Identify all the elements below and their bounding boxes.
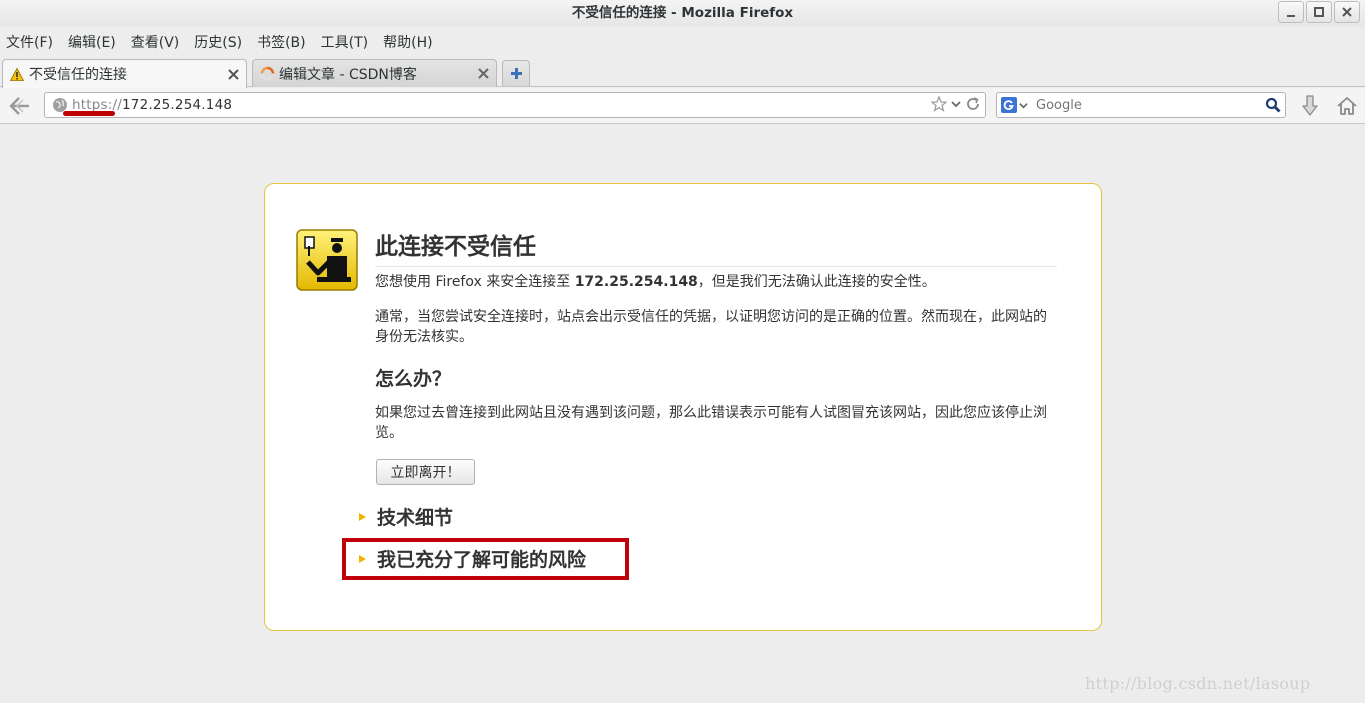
search-engine-selector[interactable]	[1001, 97, 1028, 113]
error-title: 此连接不受信任	[375, 227, 1057, 267]
search-bar[interactable]	[996, 92, 1286, 118]
tab-untrusted-connection[interactable]: 不受信任的连接	[2, 59, 247, 88]
expand-triangle-icon	[359, 512, 366, 521]
url-host: 172.25.254.148	[122, 97, 233, 113]
window-title: 不受信任的连接 - Mozilla Firefox	[571, 5, 794, 21]
menu-bar: 文件(F) 编辑(E) 查看(V) 历史(S) 书签(B) 工具(T) 帮助(H…	[0, 29, 448, 55]
tab-label: 不受信任的连接	[29, 67, 127, 83]
tab-strip: 不受信任的连接 编辑文章 - CSDN博客	[0, 57, 1365, 88]
technical-details-expander[interactable]: 技术细节	[359, 503, 453, 530]
google-icon	[1001, 97, 1017, 113]
minimize-button[interactable]	[1278, 1, 1304, 23]
download-arrow-icon	[1302, 95, 1318, 116]
menu-help[interactable]: 帮助(H)	[383, 32, 432, 52]
intro-host: 172.25.254.148	[574, 274, 698, 290]
close-tab-icon[interactable]	[476, 67, 490, 81]
intro-text-end: ，但是我们无法确认此连接的安全性。	[697, 274, 936, 290]
url-scheme-highlight	[63, 111, 115, 116]
search-input[interactable]	[1036, 97, 1261, 113]
chevron-down-icon	[1019, 102, 1028, 108]
bookmark-star-icon[interactable]	[931, 96, 947, 112]
home-button[interactable]	[1334, 93, 1360, 119]
tab-label: 编辑文章 - CSDN博客	[279, 66, 417, 83]
back-arrow-icon	[9, 97, 29, 115]
watermark: http://blog.csdn.net/lasoup	[1085, 674, 1311, 693]
intro-text-start: 您想使用 Firefox 来安全连接至	[375, 274, 575, 290]
what-to-do-heading: 怎么办？	[375, 368, 452, 390]
technical-details-label: 技术细节	[377, 507, 454, 529]
navigation-toolbar: https://172.25.254.148	[0, 88, 1365, 124]
back-button[interactable]	[6, 93, 34, 119]
close-window-button[interactable]	[1334, 1, 1360, 23]
new-tab-button[interactable]	[502, 60, 530, 86]
home-icon	[1337, 97, 1357, 115]
search-icon	[1265, 97, 1281, 113]
intro-text: 您想使用 Firefox 来安全连接至 172.25.254.148，但是我们无…	[375, 272, 1055, 292]
maximize-button[interactable]	[1306, 1, 1332, 23]
minimize-icon	[1287, 15, 1295, 17]
warning-icon	[9, 66, 25, 82]
risk-highlight-box	[342, 538, 629, 580]
maximize-icon	[1314, 7, 1324, 17]
explanation-text: 通常，当您尝试安全连接时，站点会出示受信任的凭据，以证明您访问的是正确的位置。然…	[375, 309, 1047, 345]
get-me-out-button[interactable]: 立即离开！	[376, 459, 475, 485]
menu-view[interactable]: 查看(V)	[131, 32, 180, 52]
window-controls	[1276, 1, 1360, 23]
search-button[interactable]	[1264, 96, 1282, 114]
untrusted-connection-icon	[296, 229, 358, 291]
tab-csdn-edit[interactable]: 编辑文章 - CSDN博客	[252, 59, 497, 87]
downloads-button[interactable]	[1297, 93, 1323, 119]
menu-history[interactable]: 历史(S)	[194, 32, 242, 52]
loading-icon	[259, 66, 275, 82]
window-titlebar: 不受信任的连接 - Mozilla Firefox	[0, 0, 1365, 27]
menu-bookmarks[interactable]: 书签(B)	[257, 32, 306, 52]
url-bar[interactable]: https://172.25.254.148	[44, 92, 986, 118]
plus-icon	[510, 68, 522, 79]
what-to-do-text: 如果您过去曾连接到此网站且没有遇到该问题，那么此错误表示可能有人试图冒充该网站，…	[375, 405, 1047, 441]
url-bar-actions	[927, 96, 981, 112]
reload-icon[interactable]	[965, 96, 981, 112]
history-dropdown-icon[interactable]	[951, 99, 961, 109]
close-icon	[1342, 7, 1352, 17]
close-tab-icon[interactable]	[226, 67, 240, 81]
menu-file[interactable]: 文件(F)	[6, 32, 53, 52]
menu-tools[interactable]: 工具(T)	[321, 32, 368, 52]
menu-edit[interactable]: 编辑(E)	[68, 32, 116, 52]
